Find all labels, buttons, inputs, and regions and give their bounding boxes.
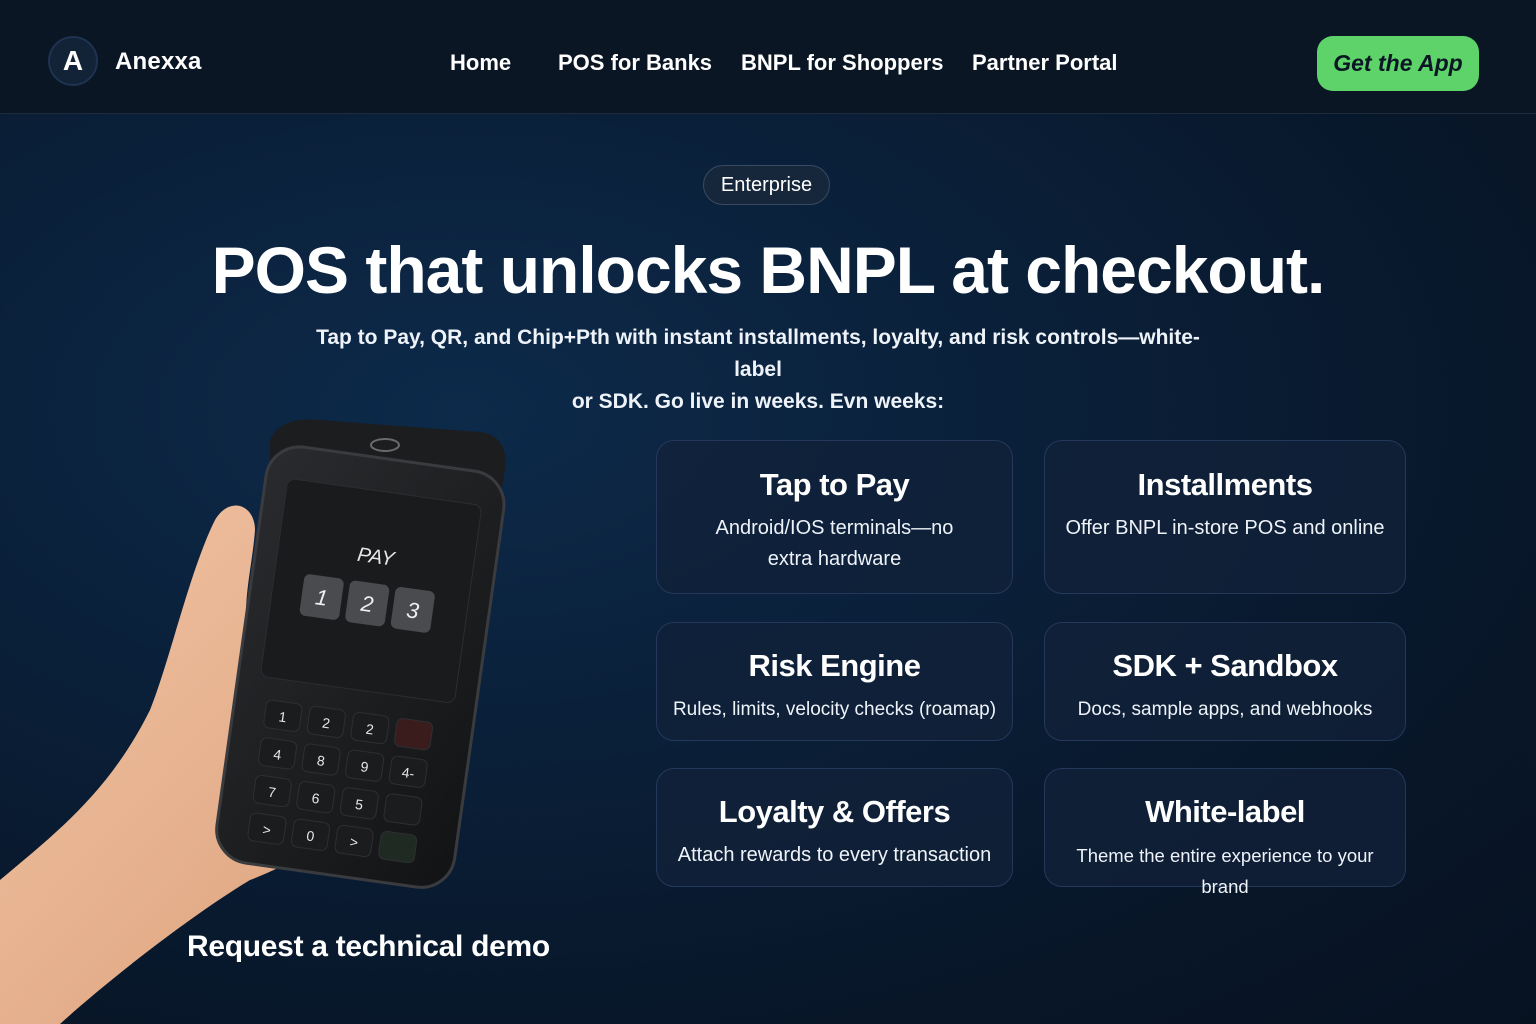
keypad-key <box>378 830 418 864</box>
enterprise-badge: Enterprise <box>703 165 830 205</box>
logo-letter: A <box>62 45 84 76</box>
hero-subtitle-line-1: Tap to Pay, QR, and Chip+Pth with instan… <box>316 326 1200 381</box>
feature-card-tap-to-pay[interactable]: Tap to Pay Android/IOS terminals—no extr… <box>656 440 1013 594</box>
keypad-key-label: 4- <box>401 764 416 782</box>
nav-home[interactable]: Home <box>450 50 511 76</box>
hero-title: POS that unlocks BNPL at checkout. <box>211 233 1326 307</box>
feature-title: Loyalty & Offers <box>718 794 951 829</box>
keypad-key <box>383 793 423 826</box>
feature-desc: Docs, sample apps, and webhooks <box>1077 699 1373 720</box>
logo-icon[interactable]: A <box>48 36 98 86</box>
feature-card-risk-engine[interactable]: Risk Engine Rules, limits, velocity chec… <box>656 622 1013 741</box>
feature-title: Installments <box>1137 467 1313 502</box>
brand-name[interactable]: Anexxa <box>115 48 202 76</box>
feature-title: SDK + Sandbox <box>1112 648 1338 683</box>
feature-card-loyalty-offers[interactable]: Loyalty & Offers Attach rewards to every… <box>656 768 1013 887</box>
feature-title: Tap to Pay <box>759 467 910 502</box>
top-navbar: A Anexxa Home POS for Banks BNPL for Sho… <box>0 0 1536 114</box>
nav-pos-for-banks[interactable]: POS for Banks <box>558 50 712 76</box>
feature-card-sdk-sandbox[interactable]: SDK + Sandbox Docs, sample apps, and web… <box>1044 622 1406 741</box>
feature-desc: Android/IOS terminals—no extra hardware <box>715 517 954 570</box>
get-the-app-button[interactable]: Get the App <box>1317 36 1479 91</box>
feature-title: White-label <box>1145 794 1305 829</box>
feature-card-installments[interactable]: Installments Offer BNPL in-store POS and… <box>1044 440 1406 594</box>
keypad-key <box>394 718 434 751</box>
request-demo-link[interactable]: Request a technical demo <box>187 930 550 964</box>
nav-bnpl-for-shoppers[interactable]: BNPL for Shoppers <box>741 50 944 76</box>
feature-desc: Rules, limits, velocity checks (roamap) <box>672 699 997 720</box>
feature-desc: Offer BNPL in-store POS and online <box>1065 517 1385 539</box>
nav-partner-portal[interactable]: Partner Portal <box>972 50 1118 76</box>
feature-card-white-label[interactable]: White-label Theme the entire experience … <box>1044 768 1406 897</box>
feature-title: Risk Engine <box>748 648 921 683</box>
feature-desc: Attach rewards to every transaction <box>677 844 992 866</box>
feature-desc: Theme the entire experience to your bran… <box>1076 845 1374 897</box>
hero-subtitle: Tap to Pay, QR, and Chip+Pth with instan… <box>300 322 1216 418</box>
